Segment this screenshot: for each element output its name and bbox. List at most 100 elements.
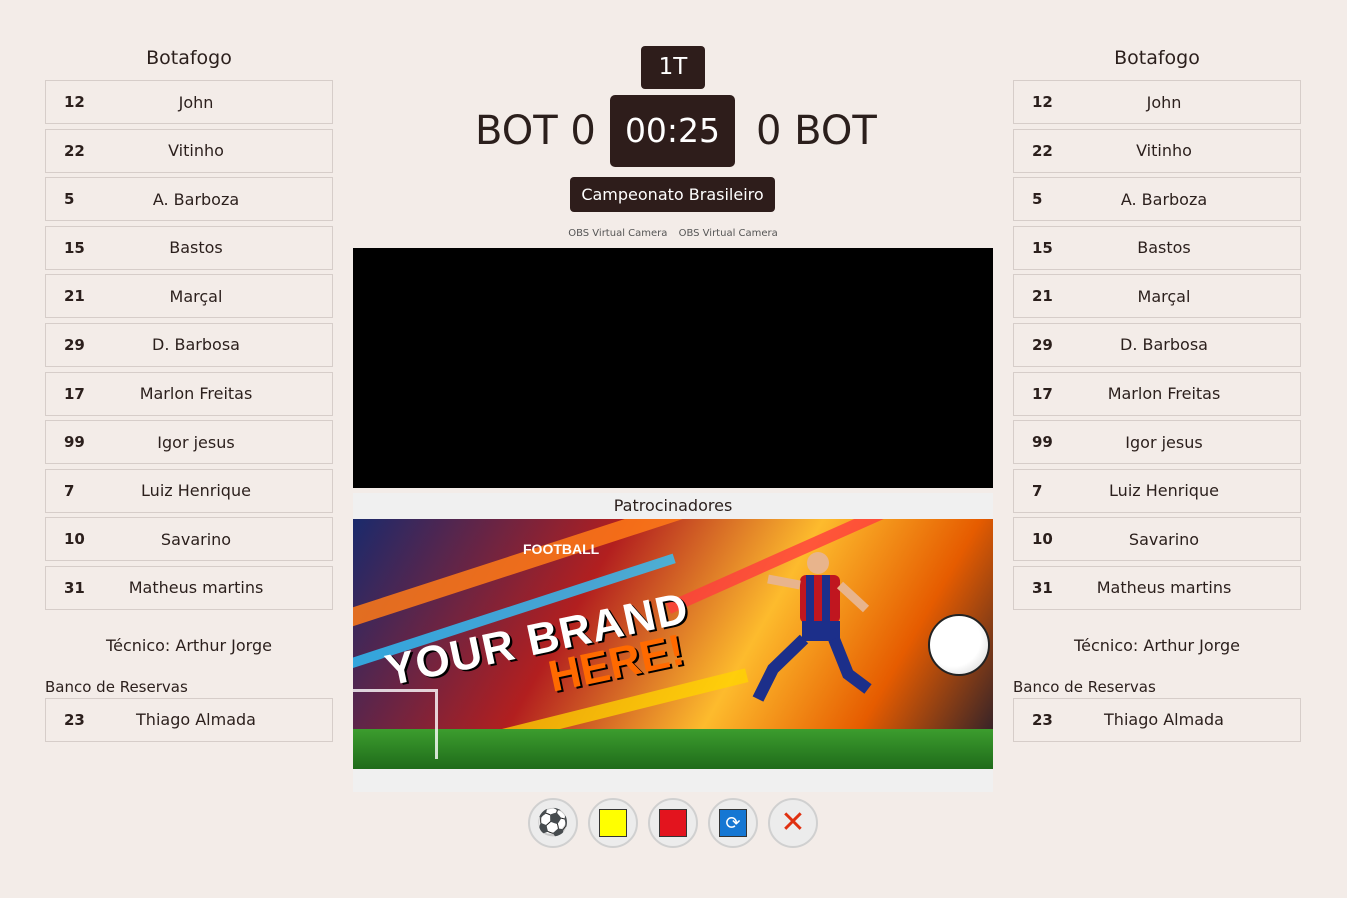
bench-title: Banco de Reservas — [45, 677, 188, 696]
player-name: Marçal — [169, 286, 223, 306]
player-row[interactable]: 7 Luiz Henrique — [1013, 468, 1301, 513]
player-name: Bastos — [169, 238, 223, 258]
player-name: Bastos — [1137, 238, 1191, 258]
player-name: Luiz Henrique — [1109, 481, 1219, 501]
period-badge: 1T — [641, 46, 705, 89]
yellow-card-button[interactable] — [588, 798, 638, 848]
yellow-card-icon — [599, 809, 627, 837]
player-row[interactable]: 17 Marlon Freitas — [45, 371, 333, 416]
banner-field — [353, 729, 993, 769]
banner-goal — [353, 689, 438, 759]
player-list: 12 John 22 Vitinho 5 A. Barboza 15 Bastos 21… — [1013, 80, 1301, 610]
player-number: 29 — [64, 335, 85, 354]
player-number: 7 — [1032, 481, 1043, 500]
player-number: 15 — [64, 238, 85, 257]
player-number: 99 — [64, 433, 85, 452]
player-row[interactable]: 10 Savarino — [45, 517, 333, 562]
player-name: A. Barboza — [1120, 189, 1208, 209]
player-number: 23 — [64, 710, 85, 729]
sponsors-panel: Patrocinadores FOOTBALL YOUR BRAND HERE! — [353, 493, 993, 792]
player-row[interactable]: 21 Marçal — [45, 274, 333, 319]
player-name: John — [178, 92, 214, 112]
right-team-panel: Botafogo 12 John 22 Vitinho 5 A. Barboza 15… — [1013, 44, 1301, 747]
player-name: John — [1146, 92, 1182, 112]
event-actions: ⚽ ⟳ ✕ — [528, 798, 818, 848]
player-name: Marçal — [1137, 286, 1191, 306]
player-number: 22 — [64, 141, 85, 160]
player-name: Thiago Almada — [136, 710, 256, 730]
player-row[interactable]: 22 Vitinho — [45, 128, 333, 173]
red-card-icon — [659, 809, 687, 837]
left-team-panel: Botafogo 12 John 22 Vitinho 5 A. Barboza 15… — [45, 44, 333, 747]
player-row[interactable]: 29 D. Barbosa — [45, 322, 333, 367]
player-name: Savarino — [160, 529, 232, 549]
player-name: Vitinho — [168, 141, 224, 161]
player-row[interactable]: 7 Luiz Henrique — [45, 468, 333, 513]
red-card-button[interactable] — [648, 798, 698, 848]
player-name: D. Barbosa — [152, 335, 240, 355]
player-row[interactable]: 12 John — [45, 80, 333, 124]
bench-list: 23 Thiago Almada — [1013, 697, 1301, 742]
close-icon: ✕ — [780, 805, 806, 840]
player-row[interactable]: 31 Matheus martins — [45, 565, 333, 610]
player-number: 21 — [64, 287, 85, 306]
player-row[interactable]: 5 A. Barboza — [1013, 177, 1301, 222]
player-row[interactable]: 10 Savarino — [1013, 517, 1301, 562]
player-number: 15 — [1032, 238, 1053, 257]
player-list: 12 John 22 Vitinho 5 A. Barboza 15 Bastos 21… — [45, 80, 333, 610]
player-name: Luiz Henrique — [141, 481, 251, 501]
player-number: 29 — [1032, 335, 1053, 354]
player-number: 99 — [1032, 433, 1053, 452]
camera-option[interactable]: OBS Virtual Camera — [568, 228, 667, 239]
bench-player-row[interactable]: 23 Thiago Almada — [45, 697, 333, 742]
player-row[interactable]: 31 Matheus martins — [1013, 565, 1301, 610]
goal-button[interactable]: ⚽ — [528, 798, 578, 848]
player-number: 31 — [64, 578, 85, 597]
video-preview — [353, 248, 993, 488]
player-row[interactable]: 17 Marlon Freitas — [1013, 371, 1301, 416]
bench-player-row[interactable]: 23 Thiago Almada — [1013, 697, 1301, 742]
sponsors-title: Patrocinadores — [613, 496, 733, 515]
player-row[interactable]: 12 John — [1013, 80, 1301, 124]
footballer-illustration — [752, 552, 872, 702]
match-clock[interactable]: 00:25 — [610, 95, 735, 167]
away-score: 0 BOT — [756, 108, 877, 154]
player-number: 10 — [64, 530, 85, 549]
player-number: 5 — [64, 190, 75, 209]
player-row[interactable]: 15 Bastos — [1013, 225, 1301, 270]
cancel-button[interactable]: ✕ — [768, 798, 818, 848]
team-name: Botafogo — [1114, 47, 1200, 69]
player-name: Marlon Freitas — [139, 384, 253, 404]
soccer-ball-illustration — [928, 614, 990, 676]
substitution-button[interactable]: ⟳ — [708, 798, 758, 848]
bench-title: Banco de Reservas — [1013, 677, 1156, 696]
soccer-ball-icon: ⚽ — [536, 808, 570, 838]
player-row[interactable]: 99 Igor jesus — [1013, 420, 1301, 465]
player-row[interactable]: 5 A. Barboza — [45, 177, 333, 222]
player-row[interactable]: 15 Bastos — [45, 225, 333, 270]
player-row[interactable]: 22 Vitinho — [1013, 128, 1301, 173]
substitution-icon: ⟳ — [719, 809, 747, 837]
player-name: Matheus martins — [1096, 578, 1232, 598]
banner-football-text: FOOTBALL — [523, 541, 600, 557]
bench-list: 23 Thiago Almada — [45, 697, 333, 742]
player-name: Igor jesus — [1125, 432, 1203, 452]
player-name: Savarino — [1128, 529, 1200, 549]
player-row[interactable]: 99 Igor jesus — [45, 420, 333, 465]
player-name: Thiago Almada — [1104, 710, 1224, 730]
player-row[interactable]: 21 Marçal — [1013, 274, 1301, 319]
camera-selector: OBS Virtual Camera OBS Virtual Camera — [353, 228, 993, 239]
player-number: 31 — [1032, 578, 1053, 597]
player-number: 12 — [64, 93, 85, 111]
player-name: Vitinho — [1136, 141, 1192, 161]
player-number: 23 — [1032, 710, 1053, 729]
camera-option[interactable]: OBS Virtual Camera — [679, 228, 778, 239]
player-number: 7 — [64, 481, 75, 500]
player-number: 5 — [1032, 190, 1043, 209]
player-row[interactable]: 29 D. Barbosa — [1013, 322, 1301, 367]
player-number: 21 — [1032, 287, 1053, 306]
player-number: 22 — [1032, 141, 1053, 160]
home-score: BOT 0 — [475, 108, 596, 154]
player-name: Marlon Freitas — [1107, 384, 1221, 404]
team-name: Botafogo — [146, 47, 232, 69]
